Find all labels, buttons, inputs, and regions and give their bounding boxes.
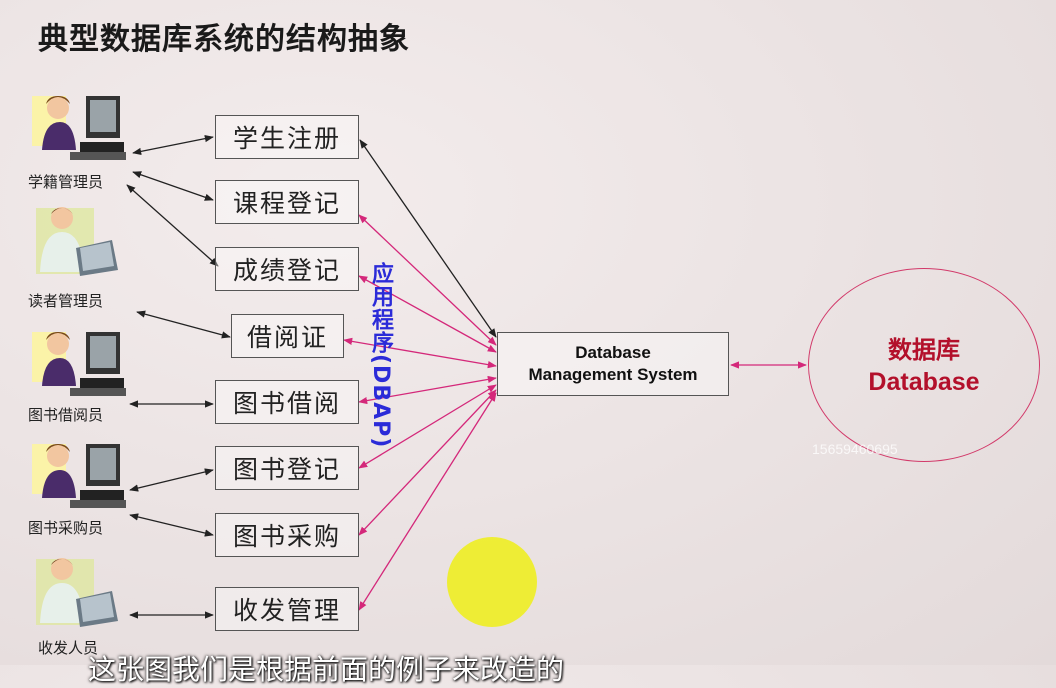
user-at-computer-icon: [32, 444, 126, 508]
video-subtitle: 这张图我们是根据前面的例子来改造的: [88, 653, 565, 686]
app-box: 图书借阅: [215, 380, 359, 424]
database-ellipse: [808, 268, 1040, 462]
app-box: 借阅证: [231, 314, 344, 358]
app-box: 成绩登记: [215, 247, 359, 291]
arrow-user4-app7: [129, 513, 214, 537]
app-box: 学生注册: [215, 115, 359, 159]
arrow-user2-app4: [136, 310, 231, 339]
app-box: 图书采购: [215, 513, 359, 557]
watermark-text: 15659460695: [812, 441, 898, 457]
app-box: 课程登记: [215, 180, 359, 224]
laser-pointer-dot: [447, 537, 537, 627]
role-label: 读者管理员: [28, 292, 104, 310]
user-with-laptop-icon: [36, 558, 118, 627]
role-label: 图书借阅员: [28, 406, 104, 424]
dbms-line2: Management System: [528, 365, 698, 384]
role-label: 学籍管理员: [28, 173, 104, 191]
dbms-line1: Database: [575, 343, 651, 362]
arrow-user1-app1: [132, 135, 214, 155]
database-label-zh: 数据库: [888, 336, 960, 364]
database-label-en: Database: [868, 368, 980, 396]
arrow-user4-app6: [129, 468, 214, 492]
app-layer-label: 应用程序(DBAP): [368, 262, 393, 449]
user-at-computer-icon: [32, 332, 126, 396]
dbms-box: Database Management System: [497, 332, 729, 396]
user-with-laptop-icon: [36, 207, 118, 276]
app-box: 收发管理: [215, 587, 359, 631]
user-at-computer-icon: [32, 96, 126, 160]
role-label: 图书采购员: [28, 519, 104, 537]
app-box: 图书登记: [215, 446, 359, 490]
arrow-user1-app2: [132, 171, 214, 201]
